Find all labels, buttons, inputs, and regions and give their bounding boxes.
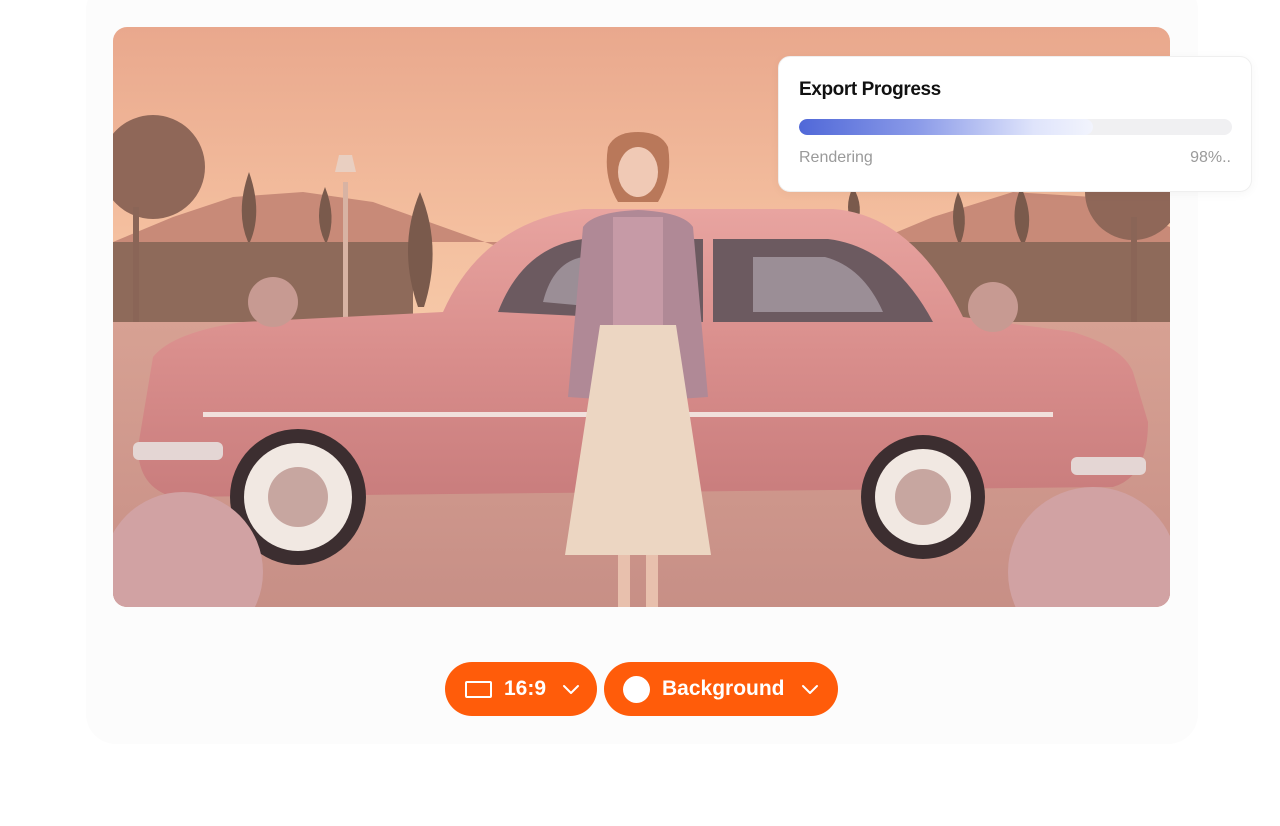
aspect-ratio-dropdown[interactable]: 16:9 (445, 662, 597, 716)
progress-status: Rendering (799, 149, 873, 166)
aspect-ratio-label: 16:9 (504, 677, 547, 700)
progress-bar (799, 119, 1232, 135)
circle-icon (623, 675, 650, 703)
chevron-down-icon (801, 684, 819, 695)
progress-percent: 98%.. (1190, 149, 1231, 166)
aspect-ratio-icon (465, 680, 492, 698)
background-dropdown[interactable]: Background (604, 662, 838, 716)
background-label: Background (662, 677, 785, 700)
export-progress-title: Export Progress (799, 79, 941, 100)
progress-bar-fill (799, 119, 1094, 135)
chevron-down-icon (562, 684, 580, 695)
export-progress-card: Export Progress Rendering 98%.. (778, 56, 1252, 192)
